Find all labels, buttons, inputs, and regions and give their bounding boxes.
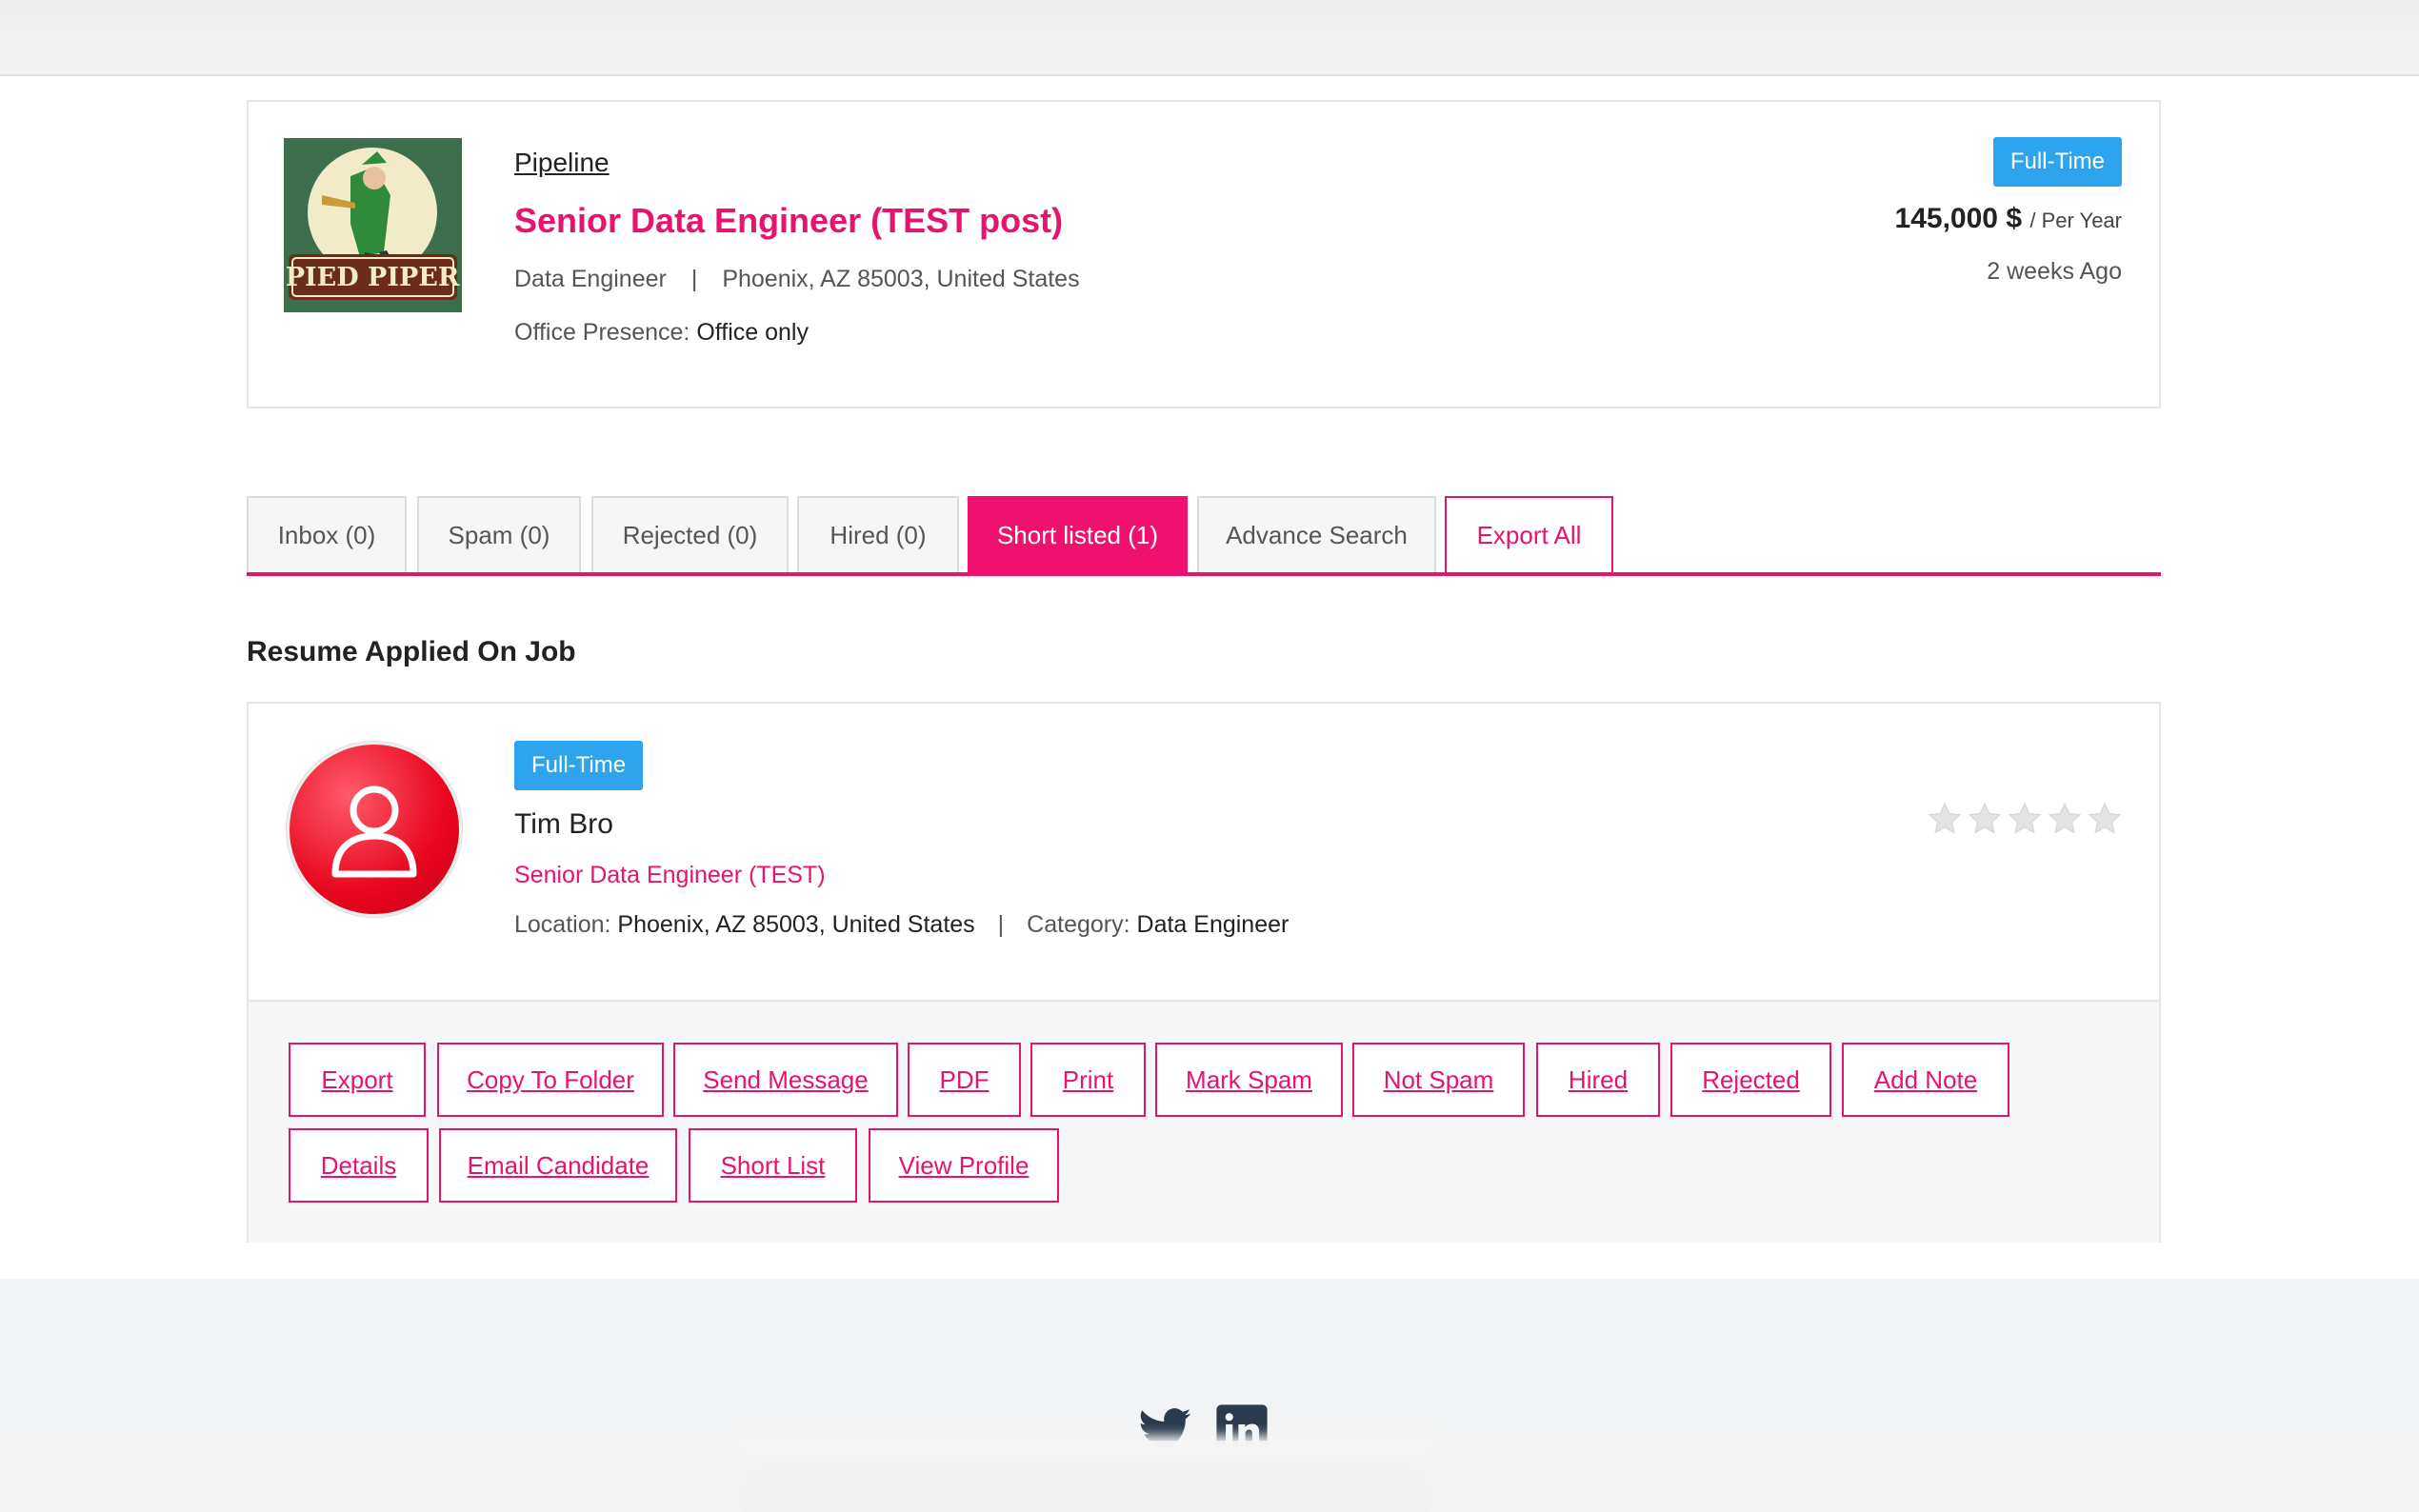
add-note-button[interactable]: Add Note xyxy=(1842,1043,2009,1117)
candidate-job-title[interactable]: Senior Data Engineer (TEST) xyxy=(514,862,826,889)
candidate-card: Full-Time Tim Bro Senior Data Engineer (… xyxy=(247,702,2161,1243)
star-icon[interactable] xyxy=(2007,801,2043,837)
tab-rejected[interactable]: Rejected (0) xyxy=(591,496,789,572)
tab-hired[interactable]: Hired (0) xyxy=(797,496,959,572)
salary-period: / Per Year xyxy=(2029,209,2122,232)
category-label: Category: xyxy=(1027,911,1130,938)
star-icon[interactable] xyxy=(2047,801,2083,837)
candidate-type-badge: Full-Time xyxy=(514,741,644,790)
view-profile-button[interactable]: View Profile xyxy=(869,1128,1059,1203)
candidate-details: Location: Phoenix, AZ 85003, United Stat… xyxy=(514,911,1289,939)
tab-inbox[interactable]: Inbox (0) xyxy=(247,496,407,572)
location-value: Phoenix, AZ 85003, United States xyxy=(617,911,975,938)
location-label: Location: xyxy=(514,911,611,938)
salary-amount: 145,000 $ xyxy=(1894,203,2023,234)
page-footer xyxy=(0,1279,2419,1512)
pipeline-link[interactable]: Pipeline xyxy=(514,148,610,178)
job-category: Data Engineer xyxy=(514,266,667,292)
email-candidate-button[interactable]: Email Candidate xyxy=(439,1128,677,1203)
export-all-button[interactable]: Export All xyxy=(1445,496,1613,572)
tab-spam[interactable]: Spam (0) xyxy=(417,496,581,572)
job-title[interactable]: Senior Data Engineer (TEST post) xyxy=(514,201,1063,241)
user-icon xyxy=(331,786,417,878)
short-list-button[interactable]: Short List xyxy=(689,1128,857,1203)
hired-button[interactable]: Hired xyxy=(1536,1043,1660,1117)
status-tabs: Inbox (0) Spam (0) Rejected (0) Hired (0… xyxy=(247,496,2161,576)
job-location: Phoenix, AZ 85003, United States xyxy=(722,266,1080,292)
job-meta: Data Engineer | Phoenix, AZ 85003, United … xyxy=(514,266,1080,293)
not-spam-button[interactable]: Not Spam xyxy=(1352,1043,1525,1117)
avatar[interactable] xyxy=(287,742,462,917)
print-button[interactable]: Print xyxy=(1030,1043,1146,1117)
rejected-button[interactable]: Rejected xyxy=(1670,1043,1831,1117)
job-card: PIED PIPER Pipeline Senior Data Engineer… xyxy=(247,100,2161,408)
company-logo: PIED PIPER xyxy=(284,138,462,312)
tab-short-listed[interactable]: Short listed (1) xyxy=(968,496,1188,572)
presence-label: Office Presence: xyxy=(514,319,690,346)
section-title: Resume Applied On Job xyxy=(247,636,576,667)
category-value: Data Engineer xyxy=(1136,911,1289,938)
star-icon[interactable] xyxy=(2087,801,2123,837)
star-icon[interactable] xyxy=(1927,801,1963,837)
star-icon[interactable] xyxy=(1967,801,2003,837)
tab-advance-search[interactable]: Advance Search xyxy=(1197,496,1436,572)
salary: 145,000 $ / Per Year xyxy=(1895,203,2122,235)
browser-top-bar xyxy=(0,0,2419,76)
posted-time: 2 weeks Ago xyxy=(1987,258,2122,285)
presence-value: Office only xyxy=(696,319,809,346)
office-presence: Office Presence: Office only xyxy=(514,319,809,347)
job-type-badge: Full-Time xyxy=(1992,137,2122,187)
copy-to-folder-button[interactable]: Copy To Folder xyxy=(437,1043,664,1117)
mark-spam-button[interactable]: Mark Spam xyxy=(1155,1043,1343,1117)
details-button[interactable]: Details xyxy=(289,1128,429,1203)
export-button[interactable]: Export xyxy=(289,1043,426,1117)
candidate-name[interactable]: Tim Bro xyxy=(514,808,613,841)
logo-text: PIED PIPER xyxy=(286,263,460,292)
details-separator: | xyxy=(997,911,1005,938)
meta-separator: | xyxy=(690,266,698,292)
candidate-actions: Export Copy To Folder Send Message PDF P… xyxy=(249,1000,2159,1243)
send-message-button[interactable]: Send Message xyxy=(673,1043,898,1117)
pdf-button[interactable]: PDF xyxy=(908,1043,1021,1117)
rating-stars xyxy=(1927,801,2123,837)
footer-blur xyxy=(743,1436,1429,1512)
